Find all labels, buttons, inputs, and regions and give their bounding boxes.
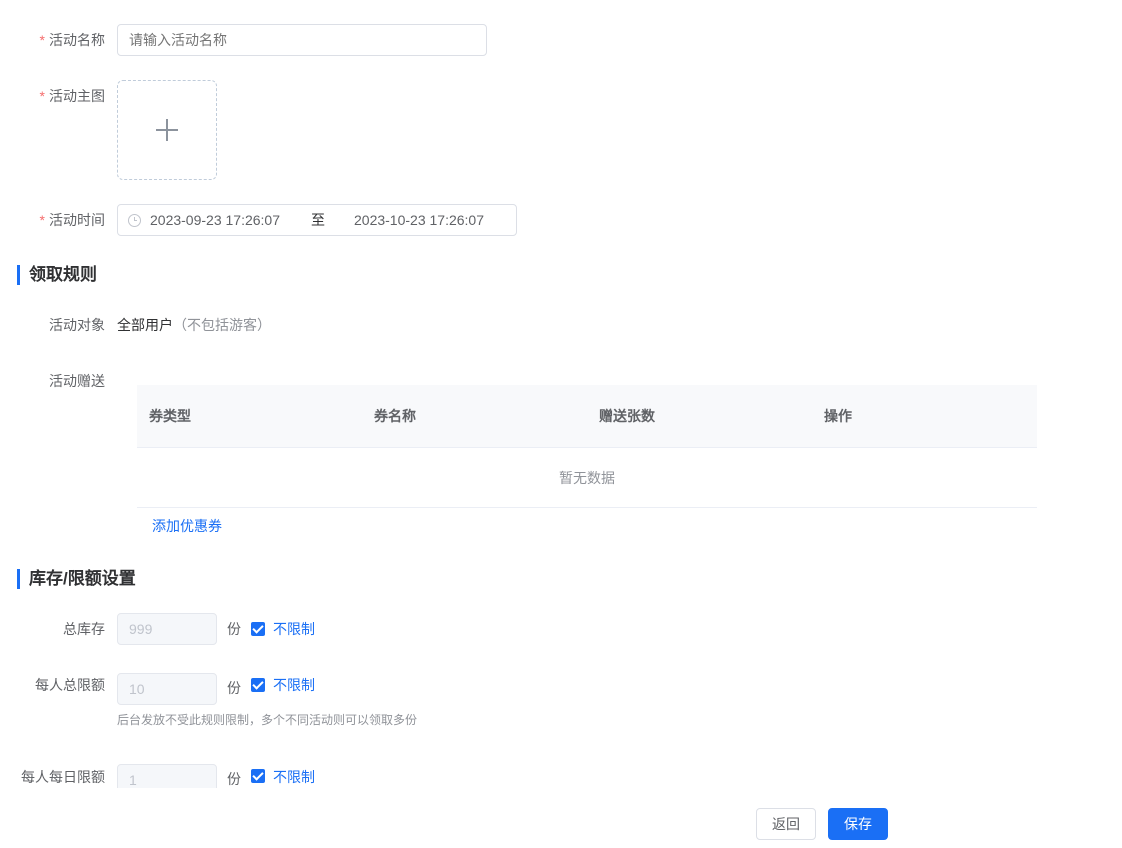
total-stock-label: 总库存 [63,621,105,637]
activity-image-label: * 活动主图 [0,86,105,106]
range-separator: 至 [311,212,325,228]
target-note: （不包括游客） [173,317,271,333]
table-header: 券类型 券名称 赠送张数 操作 [137,385,1037,448]
per-user-total-label: 每人总限额 [35,677,105,693]
required-mark: * [39,88,45,104]
target-label: 活动对象 [49,317,105,333]
activity-time-label-text: 活动时间 [49,212,105,228]
required-mark: * [39,212,45,228]
per-user-total-unit: 份 [227,680,241,696]
date-range-picker[interactable]: 2023-09-23 17:26:07 至 2023-10-23 17:26:0… [117,204,517,236]
image-upload-box[interactable] [117,80,217,180]
gift-label: 活动赠送 [49,373,105,389]
section-title-limits: 库存/限额设置 [17,569,136,589]
column-header: 券名称 [374,408,416,424]
table-empty-text: 暂无数据 [137,448,1037,508]
back-button[interactable]: 返回 [756,808,816,840]
end-time-value[interactable]: 2023-10-23 17:26:07 [354,205,484,235]
save-button[interactable]: 保存 [828,808,888,840]
start-time-value[interactable]: 2023-09-23 17:26:07 [150,205,280,235]
total-stock-unlimited-checkbox[interactable] [251,622,265,636]
per-user-daily-unlimited-checkbox[interactable] [251,769,265,783]
activity-name-label: * 活动名称 [0,30,105,50]
per-user-daily-label: 每人每日限额 [21,769,105,785]
column-header: 操作 [824,408,852,424]
column-header: 券类型 [149,408,191,424]
required-mark: * [39,32,45,48]
per-user-total-hint: 后台发放不受此规则限制，多个不同活动则可以领取多份 [117,713,418,727]
target-value: 全部用户（不包括游客） [117,315,271,335]
total-stock-unlimited-label[interactable]: 不限制 [273,619,315,639]
total-stock-unit: 份 [227,621,241,637]
per-user-daily-unlimited-label[interactable]: 不限制 [273,767,315,787]
activity-time-label: * 活动时间 [0,210,105,230]
per-user-daily-unit: 份 [227,771,241,787]
total-stock-input[interactable]: 999 [117,613,217,645]
target-value-text: 全部用户 [117,317,173,333]
activity-image-label-text: 活动主图 [49,88,105,104]
section-title-rules: 领取规则 [17,265,97,285]
coupon-table: 券类型 券名称 赠送张数 操作 暂无数据 [137,385,1037,508]
column-header: 赠送张数 [599,408,655,424]
per-user-total-unlimited-checkbox[interactable] [251,678,265,692]
plus-icon [156,119,178,141]
clock-icon [128,214,141,227]
form-scroll-area: *活动名称 *活动主图 *活动时间 2023-09-23 17:26:07 至 … [0,0,1122,788]
activity-name-input[interactable] [117,24,487,56]
activity-name-label-text: 活动名称 [49,32,105,48]
per-user-total-input[interactable]: 10 [117,673,217,705]
per-user-daily-input[interactable]: 1 [117,764,217,788]
add-coupon-link[interactable]: 添加优惠券 [152,516,222,536]
per-user-total-unlimited-label[interactable]: 不限制 [273,675,315,695]
